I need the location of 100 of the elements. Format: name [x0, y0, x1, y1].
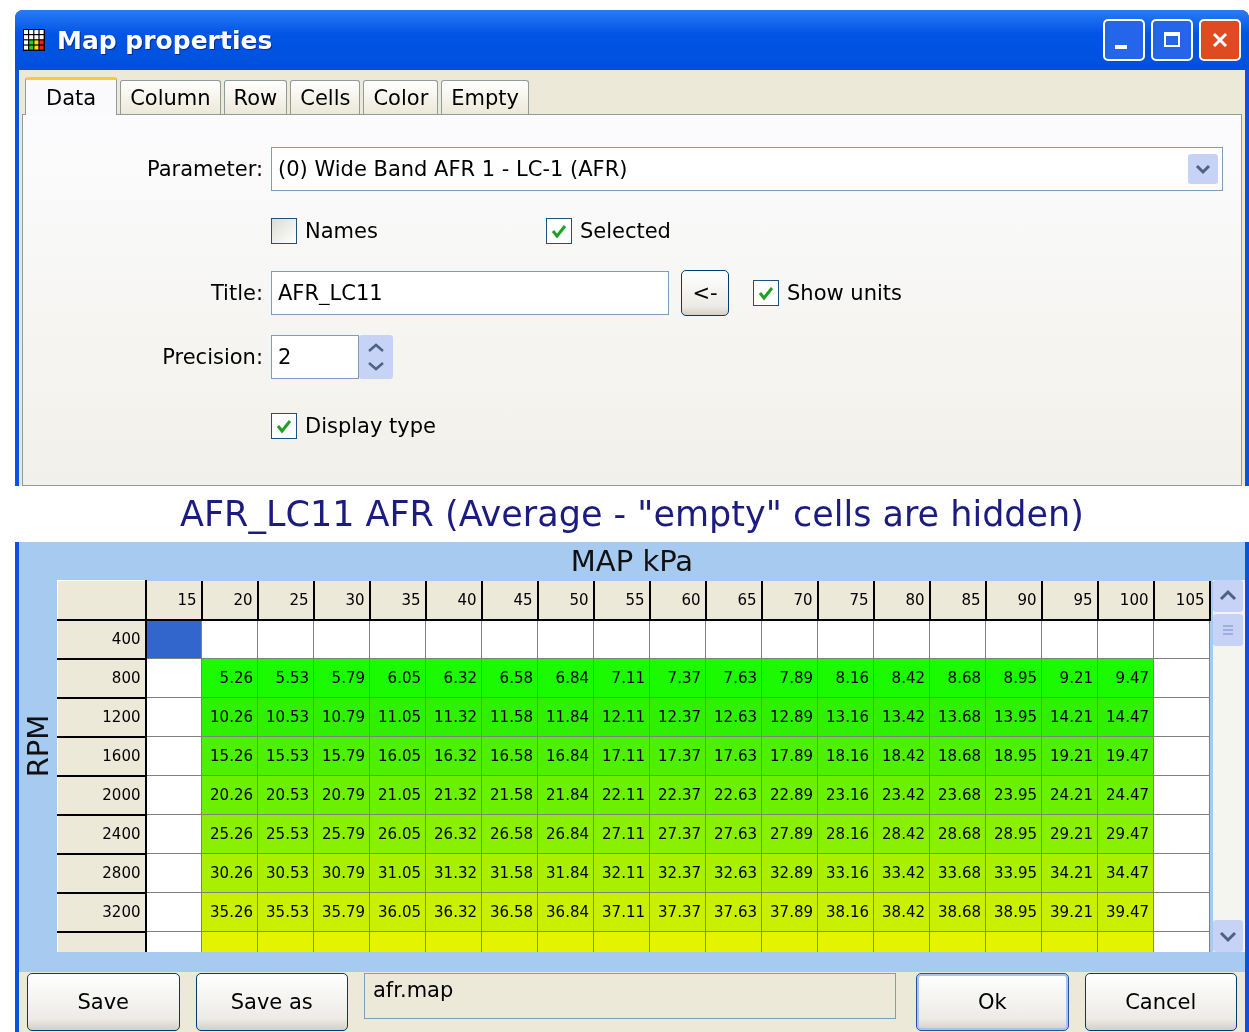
table-cell[interactable]: 33.16: [817, 853, 874, 893]
table-cell[interactable]: 7.11: [593, 658, 650, 698]
table-cell[interactable]: [705, 619, 762, 659]
table-cell[interactable]: 31.05: [369, 853, 426, 893]
tab[interactable]: Cells: [290, 80, 361, 114]
table-cell[interactable]: 39.21: [1041, 892, 1098, 932]
table-cell[interactable]: [1153, 775, 1210, 815]
table-cell[interactable]: 20.53: [257, 775, 314, 815]
table-cell[interactable]: 33.68: [929, 853, 986, 893]
tab[interactable]: Column: [120, 80, 221, 114]
table-cell[interactable]: 19.21: [1041, 736, 1098, 776]
table-cell[interactable]: 14.21: [1041, 697, 1098, 737]
table-cell[interactable]: [201, 619, 258, 659]
table-cell[interactable]: 10.26: [201, 697, 258, 737]
table-cell[interactable]: 30.79: [313, 853, 370, 893]
table-cell[interactable]: [761, 619, 818, 659]
table-cell[interactable]: 35.26: [201, 892, 258, 932]
table-cell[interactable]: 5.79: [313, 658, 370, 698]
table-cell[interactable]: 28.16: [817, 814, 874, 854]
table-cell[interactable]: 12.89: [761, 697, 818, 737]
table-cell[interactable]: [1153, 658, 1210, 698]
table-cell[interactable]: 26.58: [481, 814, 538, 854]
maximize-button[interactable]: [1151, 19, 1193, 61]
table-cell[interactable]: 38.68: [929, 892, 986, 932]
table-cell[interactable]: 34.21: [1041, 853, 1098, 893]
table-cell[interactable]: 28.68: [929, 814, 986, 854]
table-cell[interactable]: 7.37: [649, 658, 706, 698]
table-cell[interactable]: 35.53: [257, 892, 314, 932]
table-cell[interactable]: 38.42: [873, 892, 930, 932]
table-cell[interactable]: 36.58: [481, 892, 538, 932]
table-cell[interactable]: 6.58: [481, 658, 538, 698]
table-cell[interactable]: 24.47: [1097, 775, 1154, 815]
table-cell[interactable]: 24.21: [1041, 775, 1098, 815]
table-cell[interactable]: 36.05: [369, 892, 426, 932]
table-cell[interactable]: 17.37: [649, 736, 706, 776]
table-cell[interactable]: 22.11: [593, 775, 650, 815]
tab[interactable]: Empty: [441, 80, 529, 114]
table-cell[interactable]: [145, 619, 202, 659]
table-cell[interactable]: [1153, 853, 1210, 893]
close-button[interactable]: [1199, 19, 1241, 61]
ok-button[interactable]: Ok: [916, 973, 1069, 1031]
table-cell[interactable]: 22.89: [761, 775, 818, 815]
table-cell[interactable]: [145, 892, 202, 932]
tab[interactable]: Data: [25, 77, 118, 115]
table-cell[interactable]: 8.68: [929, 658, 986, 698]
table-cell[interactable]: 38.16: [817, 892, 874, 932]
table-cell[interactable]: 13.95: [985, 697, 1042, 737]
table-cell[interactable]: 13.42: [873, 697, 930, 737]
table-cell[interactable]: 9.47: [1097, 658, 1154, 698]
table-cell[interactable]: 37.63: [705, 892, 762, 932]
table-cell[interactable]: 16.84: [537, 736, 594, 776]
table-cell[interactable]: [145, 658, 202, 698]
table-cell[interactable]: 30.26: [201, 853, 258, 893]
table-cell[interactable]: 25.79: [313, 814, 370, 854]
table-cell[interactable]: 21.84: [537, 775, 594, 815]
table-cell[interactable]: [257, 619, 314, 659]
table-cell[interactable]: [1041, 619, 1098, 659]
table-cell[interactable]: 8.95: [985, 658, 1042, 698]
table-cell[interactable]: 26.05: [369, 814, 426, 854]
table-cell[interactable]: [1153, 814, 1210, 854]
table-cell[interactable]: 13.16: [817, 697, 874, 737]
table-cell[interactable]: [537, 619, 594, 659]
table-cell[interactable]: [1153, 736, 1210, 776]
table-cell[interactable]: [425, 619, 482, 659]
table-cell[interactable]: [313, 619, 370, 659]
table-cell[interactable]: 27.89: [761, 814, 818, 854]
table-cell[interactable]: 8.16: [817, 658, 874, 698]
table-cell[interactable]: 17.63: [705, 736, 762, 776]
table-cell[interactable]: [145, 775, 202, 815]
selected-checkbox[interactable]: Selected: [545, 218, 671, 244]
scroll-up-icon[interactable]: [1213, 580, 1244, 612]
table-cell[interactable]: 26.32: [425, 814, 482, 854]
scroll-thumb[interactable]: [1213, 614, 1244, 646]
table-cell[interactable]: 15.53: [257, 736, 314, 776]
cancel-button[interactable]: Cancel: [1084, 973, 1237, 1031]
table-cell[interactable]: 13.68: [929, 697, 986, 737]
table-cell[interactable]: [481, 619, 538, 659]
names-checkbox[interactable]: Names: [271, 218, 378, 244]
table-cell[interactable]: 10.79: [313, 697, 370, 737]
parameter-dropdown[interactable]: (0) Wide Band AFR 1 - LC-1 (AFR): [271, 147, 1223, 191]
table-cell[interactable]: 18.95: [985, 736, 1042, 776]
table-cell[interactable]: 16.05: [369, 736, 426, 776]
table-cell[interactable]: 20.26: [201, 775, 258, 815]
table-cell[interactable]: 5.53: [257, 658, 314, 698]
table-cell[interactable]: 14.47: [1097, 697, 1154, 737]
copy-title-button[interactable]: <-: [681, 270, 729, 316]
table-cell[interactable]: 12.11: [593, 697, 650, 737]
table-cell[interactable]: 22.63: [705, 775, 762, 815]
table-cell[interactable]: 21.32: [425, 775, 482, 815]
scroll-down-icon[interactable]: [1213, 920, 1244, 952]
table-cell[interactable]: 11.84: [537, 697, 594, 737]
table-cell[interactable]: 15.26: [201, 736, 258, 776]
table-cell[interactable]: 39.47: [1097, 892, 1154, 932]
table-cell[interactable]: 12.37: [649, 697, 706, 737]
table-cell[interactable]: 27.37: [649, 814, 706, 854]
table-cell[interactable]: [145, 736, 202, 776]
table-cell[interactable]: 33.42: [873, 853, 930, 893]
table-cell[interactable]: 37.37: [649, 892, 706, 932]
title-field[interactable]: AFR_LC11: [271, 271, 669, 315]
table-cell[interactable]: 25.26: [201, 814, 258, 854]
